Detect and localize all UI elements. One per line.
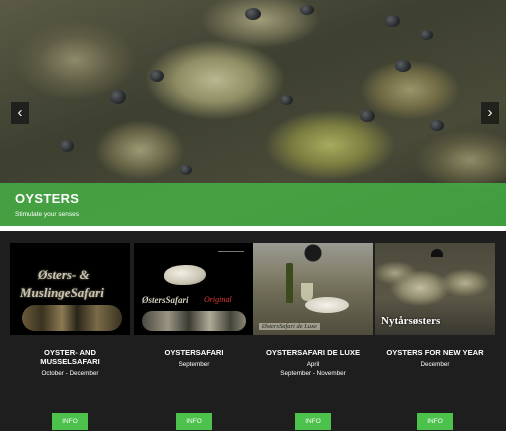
product-image[interactable]: Østers- & MuslingeSafari (10, 243, 130, 335)
info-button[interactable]: INFO (295, 413, 331, 430)
mussel-shape (150, 70, 164, 82)
product-title: OYSTERSAFARI DE LUXE (265, 348, 361, 357)
shells-image (142, 311, 246, 331)
product-title-line: MUSSELSAFARI (40, 357, 100, 366)
product-title: OYSTERS FOR NEW YEAR (386, 348, 484, 357)
hero-subtitle: Stimulate your senses (15, 211, 79, 218)
product-image[interactable]: ØstersSafari de Luxe (253, 243, 373, 335)
product-card-oysters-new-year: Nytårsøsters OYSTERS FOR NEW YEAR Decemb… (375, 243, 495, 431)
image-logo-text: Nytårsøsters (381, 315, 441, 327)
product-date: April (306, 361, 320, 368)
mussel-shape (110, 90, 126, 104)
products-panel: Østers- & MuslingeSafari OYSTER- AND MUS… (0, 231, 506, 431)
image-logo-text: Original (204, 295, 232, 304)
logo-shape (431, 249, 443, 257)
image-logo-text: Østers- & (38, 267, 90, 282)
product-title: OYSTERSAFARI (164, 348, 224, 357)
plate-image (305, 297, 349, 313)
product-title-line: OYSTER- AND (43, 348, 97, 357)
hero-title: OYSTERS (15, 191, 80, 206)
slider-next-button[interactable]: › (481, 102, 499, 124)
info-button[interactable]: INFO (52, 413, 88, 430)
image-logo-text: ØstersSafari de Luxe (259, 323, 320, 330)
product-date: October - December (41, 370, 99, 377)
mussel-shape (245, 8, 261, 20)
mussel-shape (395, 60, 411, 72)
mussel-shape (280, 95, 293, 105)
product-card-oystersafari-de-luxe: ØstersSafari de Luxe OYSTERSAFARI DE LUX… (253, 243, 373, 431)
hero-caption: OYSTERS Stimulate your senses (0, 183, 506, 226)
logo-line (218, 251, 244, 257)
oyster-image (164, 265, 206, 285)
mussel-shape (180, 165, 192, 175)
product-date: September (178, 361, 210, 368)
slider-prev-button[interactable]: ‹ (11, 102, 29, 124)
hero-slider: ‹ › OYSTERS Stimulate your senses (0, 0, 506, 226)
image-logo-text: MuslingeSafari (20, 285, 104, 300)
product-image[interactable]: Nytårsøsters (375, 243, 495, 335)
info-button[interactable]: INFO (417, 413, 453, 430)
product-image[interactable]: ØstersSafari Original (134, 243, 254, 335)
chevron-left-icon: ‹ (17, 104, 23, 121)
mussel-shape (385, 15, 400, 27)
mussel-shape (420, 30, 433, 40)
product-date: December (420, 361, 450, 368)
product-date: September - November (280, 370, 346, 377)
product-card-oystersafari: ØstersSafari Original OYSTERSAFARI Septe… (134, 243, 254, 431)
shells-image (22, 305, 122, 331)
mussel-shape (360, 110, 375, 122)
product-title: OYSTER- AND MUSSELSAFARI (10, 348, 130, 366)
mussel-shape (60, 140, 74, 152)
product-card-oyster-mussel-safari: Østers- & MuslingeSafari OYSTER- AND MUS… (10, 243, 130, 431)
mussel-shape (300, 5, 314, 15)
chevron-right-icon: › (487, 104, 493, 121)
image-logo-text: ØstersSafari (142, 295, 189, 305)
mussel-shape (430, 120, 444, 131)
info-button[interactable]: INFO (176, 413, 212, 430)
bottle-image (286, 263, 293, 303)
